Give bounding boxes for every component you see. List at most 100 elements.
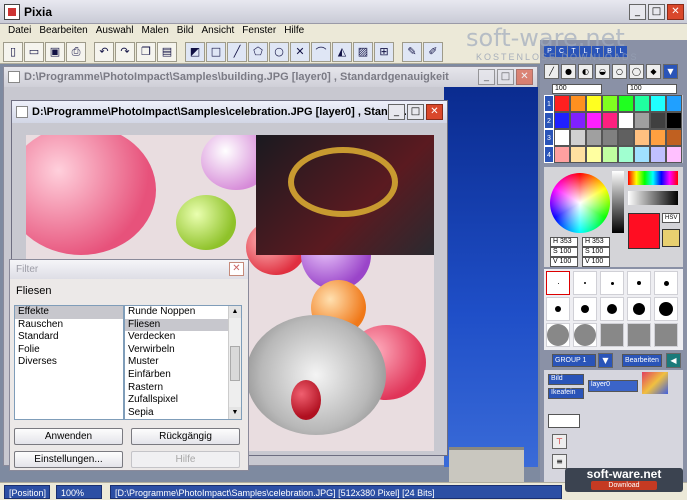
palette-swatch[interactable] — [554, 129, 570, 146]
palette-swatch[interactable] — [634, 95, 650, 112]
hue-bar[interactable] — [628, 171, 678, 185]
gray-bar[interactable] — [628, 191, 678, 205]
airbrush-icon[interactable]: ● — [561, 64, 576, 79]
brush-tool-icon[interactable]: ✎ — [402, 41, 422, 62]
layer-settings-button[interactable]: Ikeafein — [548, 388, 584, 399]
menu-ansicht[interactable]: Ansicht — [197, 24, 238, 40]
layer-thumbnail[interactable] — [642, 372, 668, 394]
soft-brush-icon[interactable]: ○ — [612, 64, 627, 79]
rectangle-tool-icon[interactable]: □ — [206, 41, 226, 62]
palette-swatch[interactable] — [666, 129, 682, 146]
brush-size-8[interactable] — [600, 297, 624, 321]
current-color-swatch[interactable] — [628, 213, 660, 249]
eraser-icon[interactable]: ◩ — [185, 41, 205, 62]
list-item[interactable]: Sepia — [125, 407, 241, 420]
opacity-right[interactable]: 100 — [627, 84, 677, 94]
undo-icon[interactable]: ↶ — [94, 41, 114, 62]
layer-name[interactable]: layer0 — [588, 380, 638, 392]
apply-button[interactable]: Anwenden — [14, 428, 123, 445]
curve-tool-icon[interactable]: ⌒ — [311, 41, 331, 62]
cross-tool-icon[interactable]: ✕ — [290, 41, 310, 62]
brush-size-3[interactable] — [600, 271, 624, 295]
line-tool-icon[interactable]: ╱ — [227, 41, 247, 62]
redo-icon[interactable]: ↷ — [115, 41, 135, 62]
palette-swatch[interactable] — [666, 95, 682, 112]
save-icon[interactable]: ▣ — [45, 41, 65, 62]
palette-swatch[interactable] — [634, 129, 650, 146]
palette-row-label[interactable]: 1 — [544, 95, 554, 112]
category-list[interactable]: Effekte Rauschen Standard Folie Diverses — [14, 305, 124, 420]
list-item[interactable]: Fliesen — [125, 318, 228, 332]
menu-datei[interactable]: Datei — [4, 24, 35, 40]
dropdown-arrow-icon[interactable]: ▼ — [663, 64, 678, 79]
hue-value-left[interactable]: H 353 — [550, 237, 578, 247]
new-file-icon[interactable]: ▯ — [3, 41, 23, 62]
list-item[interactable]: Diverses — [15, 356, 123, 369]
color-wheel[interactable] — [550, 173, 610, 233]
brush-size-1[interactable] — [546, 271, 570, 295]
effect-list-scrollbar[interactable]: ▲ ▼ — [228, 306, 241, 419]
folder-icon[interactable] — [662, 229, 680, 247]
copy-icon[interactable]: ❐ — [136, 41, 156, 62]
pin-icon[interactable]: ⊤ — [552, 434, 567, 449]
palette-swatch[interactable] — [602, 112, 618, 129]
list-item[interactable]: Zufallspixel — [125, 394, 241, 407]
brush-size-6[interactable] — [546, 297, 570, 321]
palette-swatch[interactable] — [666, 112, 682, 129]
saturation-value-right[interactable]: S 100 — [582, 247, 610, 257]
grid-tool-icon[interactable]: ⊞ — [374, 41, 394, 62]
maximize-icon[interactable]: □ — [407, 104, 424, 120]
scroll-thumb[interactable] — [230, 346, 240, 381]
palette-swatch[interactable] — [666, 146, 682, 163]
document-title-bar[interactable]: D:\Programme\PhotoImpact\Samples\buildin… — [4, 67, 537, 87]
palette-swatch[interactable] — [554, 95, 570, 112]
fill-tool-icon[interactable]: ◭ — [332, 41, 352, 62]
diamond-brush-icon[interactable]: ◆ — [646, 64, 661, 79]
menu-bearbeiten[interactable]: Bearbeiten — [35, 24, 91, 40]
polygon-tool-icon[interactable]: ⬠ — [248, 41, 268, 62]
scroll-down-icon[interactable]: ▼ — [229, 407, 241, 419]
document-title-bar[interactable]: D:\Programme\PhotoImpact\Samples\celebra… — [12, 101, 447, 123]
palette-row-label[interactable]: 2 — [544, 112, 554, 129]
palette-swatch[interactable] — [570, 129, 586, 146]
list-item[interactable]: Muster — [125, 356, 241, 369]
palette-swatch[interactable] — [570, 95, 586, 112]
brush-size-4[interactable] — [627, 271, 651, 295]
menu-hilfe[interactable]: Hilfe — [280, 24, 308, 40]
close-icon[interactable]: ✕ — [667, 4, 684, 20]
minimize-icon[interactable]: _ — [629, 4, 646, 20]
palette-swatch[interactable] — [586, 146, 602, 163]
saturation-value-left[interactable]: S 100 — [550, 247, 578, 257]
maximize-icon[interactable]: □ — [497, 69, 514, 85]
list-item[interactable]: Rauschen — [15, 319, 123, 332]
minimize-icon[interactable]: _ — [388, 104, 405, 120]
chevron-down-icon[interactable]: ▼ — [598, 353, 613, 368]
palette-swatch[interactable] — [586, 129, 602, 146]
maximize-icon[interactable]: □ — [648, 4, 665, 20]
brush-size-15[interactable] — [654, 323, 678, 347]
value-value-right[interactable]: V 100 — [582, 257, 610, 267]
palette-row-label[interactable]: 4 — [544, 146, 554, 163]
palette-swatch[interactable] — [650, 112, 666, 129]
palette-swatch[interactable] — [602, 95, 618, 112]
menu-auswahl[interactable]: Auswahl — [92, 24, 138, 40]
palette-swatch[interactable] — [602, 129, 618, 146]
pencil-icon[interactable]: ╱ — [544, 64, 559, 79]
group-edit-button[interactable]: Bearbeiten — [622, 354, 662, 367]
brightness-slider[interactable] — [612, 171, 624, 233]
menu-bild[interactable]: Bild — [173, 24, 198, 40]
palette-row-label[interactable]: 3 — [544, 129, 554, 146]
palette-swatch[interactable] — [570, 112, 586, 129]
close-icon[interactable]: ✕ — [426, 104, 443, 120]
brush-size-12[interactable] — [573, 323, 597, 347]
palette-swatch[interactable] — [618, 95, 634, 112]
pen-tool-icon[interactable]: ✐ — [423, 41, 443, 62]
palette-swatch[interactable] — [650, 146, 666, 163]
layer-image-button[interactable]: Bild — [548, 374, 584, 385]
scroll-up-icon[interactable]: ▲ — [229, 306, 241, 318]
circle-brush-icon[interactable]: ◯ — [629, 64, 644, 79]
list-item[interactable]: Effekte — [15, 306, 123, 319]
palette-swatch[interactable] — [618, 112, 634, 129]
undo-button[interactable]: Rückgängig — [131, 428, 240, 445]
list-item[interactable]: Einfärben — [125, 369, 241, 382]
